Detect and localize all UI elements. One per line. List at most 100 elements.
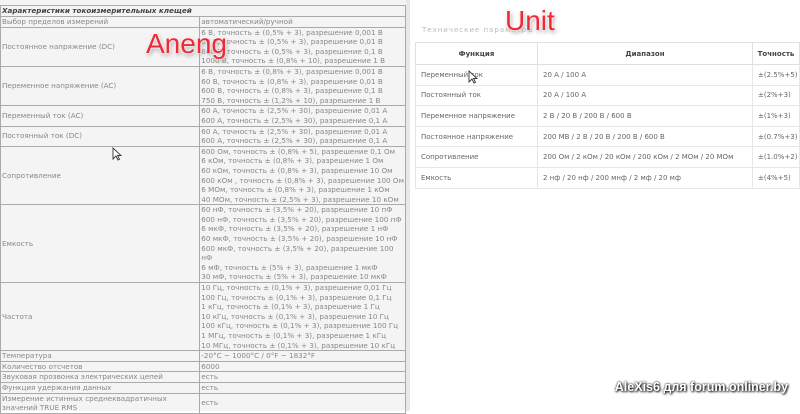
table-row: Переменный ток (AC) 60 А, точность ± (2,5… — [0, 105, 406, 127]
unit-spec-table: Функция Диапазон Точность Переменный ток… — [415, 42, 800, 189]
spec-value-line: 60 кОм, точность ± (0,8% + 3), разрешени… — [201, 165, 393, 175]
cell-accuracy: ±(2%+3) — [752, 84, 800, 107]
table-row: Постоянный ток (DC) 60 А, точность ± (2,5… — [0, 125, 406, 147]
aneng-spec-table: Характеристики токоизмерительных клещей … — [0, 5, 406, 414]
spec-value-line: 1 МГц, точность ± (0,1% + 3), разрешение… — [201, 331, 387, 340]
table-row: Частота 10 Гц, точность ± (0,1% + 3), раз… — [0, 282, 406, 352]
spec-name: Количество отсчетов — [0, 360, 201, 373]
spec-value-line: 6 В, точность ± (0,5% + 3), разрешение 0… — [201, 27, 383, 37]
spec-value: 6 В, точность ± (0,5% + 3), разрешение 0… — [199, 26, 406, 67]
cell-accuracy: ±(4%+5) — [752, 166, 800, 189]
unit-panel: Технические параметры Функция Диапазон Т… — [410, 0, 800, 411]
spec-value: есть — [199, 381, 406, 394]
aneng-panel: Характеристики токоизмерительных клещей … — [0, 0, 406, 414]
spec-value-line: 30 мФ, точность ± (5% + 3), разрешение 1… — [201, 272, 387, 282]
spec-value-line: есть — [201, 382, 219, 392]
spec-value-line: 600 мкФ, точность ± (3,5% + 20), разреше… — [201, 243, 394, 253]
header-accuracy: Точность — [752, 42, 800, 65]
spec-value-line: автоматический/ручной — [201, 17, 293, 26]
spec-name: Звуковая прозвонка электрических цепей — [0, 371, 201, 383]
mouse-cursor-icon — [468, 70, 478, 84]
spec-value-line: 600 В, точность ± (0,8% + 3), разрешение… — [201, 86, 383, 96]
cell-range: 20 А / 100 А — [537, 84, 753, 107]
table-row: Количество отсчетов 6000 — [0, 360, 406, 373]
spec-value-line: 60 В, точность ± (0,5% + 3), разрешение … — [201, 37, 383, 47]
table-row: Переменное напряжение (AC) 6 В, точность … — [0, 65, 406, 107]
cell-function: Емкость — [415, 166, 538, 189]
spec-value-line: 600 А, точность ± (2,5% + 30), разрешени… — [201, 136, 388, 146]
cell-range: 2 нф / 20 нф / 200 мнф / 2 мф / 20 мф — [537, 166, 753, 189]
table-row: Измерение истинных среднеквадратичных зн… — [0, 392, 406, 414]
spec-name: Выбор пределов измерений — [0, 16, 201, 28]
cell-range: 200 Ом / 2 кОм / 20 кОм / 200 кОм / 2 МО… — [537, 146, 753, 168]
spec-value-line: 6 В, точность ± (0,8% + 3), разрешение 0… — [201, 66, 383, 76]
spec-value-line: 1 кГц, точность ± (0,1% + 3), разрешение… — [201, 302, 380, 312]
spec-value-line: 40 МОм, точность ± (2,5% + 3), разрешени… — [201, 194, 399, 204]
cell-function: Постоянный ток — [415, 84, 538, 107]
spec-value: есть — [199, 392, 406, 414]
spec-name: Функция удержания данных — [0, 381, 201, 394]
spec-name: Сопротивление — [0, 145, 201, 206]
spec-value-line: 100 Гц, точность ± (0,1% + 3), разрешени… — [201, 292, 392, 302]
spec-value-line: -20°C ~ 1000°C / 0°F ~ 1832°F — [201, 351, 316, 361]
spec-value: 60 нФ, точность ± (3,5% + 20), разрешени… — [199, 204, 406, 284]
spec-name: Измерение истинных среднеквадратичных зн… — [0, 392, 201, 414]
cell-accuracy: ±(2.5%+5) — [752, 64, 800, 86]
table-caption: Характеристики токоизмерительных клещей — [0, 5, 406, 17]
spec-value-line: 600 нФ, точность ± (3,5% + 20), разрешен… — [201, 214, 402, 224]
spec-value-line: 750 В, точность ± (1,2% + 10), разрешени… — [201, 95, 381, 105]
spec-value-line: 60 мкФ, точность ± (3,5% + 20), разрешен… — [201, 234, 398, 244]
cell-range: 200 МВ / 2 В / 20 В / 200 В / 600 В — [537, 125, 753, 148]
cell-function: Постоянное напряжение — [415, 125, 538, 148]
spec-value: автоматический/ручной — [199, 16, 406, 28]
spec-value-line: 1000 В, точность ± (0,8% + 10), разрешен… — [201, 56, 386, 66]
spec-value-line: 600 Ом, точность ± (0,8% + 5), разрешени… — [201, 146, 396, 156]
spec-value-line: есть — [201, 398, 219, 408]
cell-range: 2 В / 20 В / 200 В / 600 В — [537, 105, 753, 127]
spec-value: 6 В, точность ± (0,8% + 3), разрешение 0… — [199, 65, 406, 107]
spec-value-line: 6 кОм, точность ± (0,8% + 3), разрешение… — [201, 156, 384, 166]
cell-range: 20 А / 100 А — [537, 64, 753, 86]
spec-value-line: 6000 — [201, 361, 220, 371]
table-row: Температура -20°C ~ 1000°C / 0°F ~ 1832°F — [0, 350, 406, 362]
spec-name: Переменное напряжение (AC) — [0, 65, 201, 107]
table-row: Выбор пределов измерений автоматический/р… — [0, 16, 406, 28]
table-row: Емкость 2 нф / 20 нф / 200 мнф / 2 мф / 2… — [415, 166, 800, 189]
spec-value-line: 6 мФ, точность ± (5% + 3), разрешение 1 … — [201, 262, 378, 272]
spec-value-line: 600 В, точность ± (0,5% + 3), разрешение… — [201, 46, 383, 56]
table-row: Постоянное напряжение 200 МВ / 2 В / 20 В… — [415, 125, 800, 148]
spec-value: -20°C ~ 1000°C / 0°F ~ 1832°F — [199, 350, 406, 362]
spec-value: 60 А, точность ± (2,5% + 30), разрешение… — [199, 105, 406, 127]
table-row: Сопротивление 600 Ом, точность ± (0,8% + … — [0, 145, 406, 206]
spec-value-line: нФ — [201, 253, 213, 263]
aneng-label: Aneng — [146, 28, 227, 59]
spec-value-line: 600 кОм , точность ± (0,8% + 3), разреше… — [201, 175, 404, 185]
spec-name: Емкость — [0, 204, 201, 284]
cell-accuracy: ±(1%+3) — [752, 105, 800, 127]
spec-name: Переменный ток (AC) — [0, 105, 201, 127]
watermark: AleXis6 для forum.onliner.by — [614, 380, 788, 394]
spec-value-line: 10 кГц, точность ± (0,1% + 3), разрешени… — [201, 311, 389, 321]
spec-value-line: 60 В, точность ± (0,8% + 3), разрешение … — [201, 76, 383, 86]
table-row: Сопротивление 200 Ом / 2 кОм / 20 кОм / 2… — [415, 146, 800, 168]
table-row: Емкость 60 нФ, точность ± (3,5% + 20), ра… — [0, 204, 406, 284]
spec-value-line: 60 нФ, точность ± (3,5% + 20), разрешени… — [201, 205, 393, 215]
mouse-cursor-icon — [112, 147, 122, 161]
spec-value: 10 Гц, точность ± (0,1% + 3), разрешение… — [199, 282, 406, 352]
spec-name: Температура — [0, 350, 201, 362]
unit-label: Unit — [505, 5, 555, 36]
spec-value: 60 А, точность ± (2,5% + 30), разрешение… — [199, 125, 406, 147]
cell-function: Сопротивление — [415, 146, 538, 168]
spec-value-line: 100 кГц, точность ± (0,1% + 3), разрешен… — [201, 321, 399, 331]
spec-value-line: 6 мкФ, точность ± (3,5% + 20), разрешени… — [201, 224, 389, 234]
spec-value: есть — [199, 371, 406, 383]
cell-function: Переменное напряжение — [415, 105, 538, 127]
header-function: Функция — [415, 42, 538, 65]
table-row: Постоянный ток 20 А / 100 А ±(2%+3) — [415, 84, 800, 107]
spec-value: 6000 — [199, 360, 406, 373]
spec-value-line: есть — [201, 372, 219, 382]
header-range: Диапазон — [537, 42, 753, 65]
spec-value-line: 600 А, точность ± (2,5% + 30), разрешени… — [201, 115, 388, 125]
spec-value: 600 Ом, точность ± (0,8% + 5), разрешени… — [199, 145, 406, 206]
spec-value-line: 6 МОм, точность ± (0,8% + 3), разрешение… — [201, 185, 390, 195]
